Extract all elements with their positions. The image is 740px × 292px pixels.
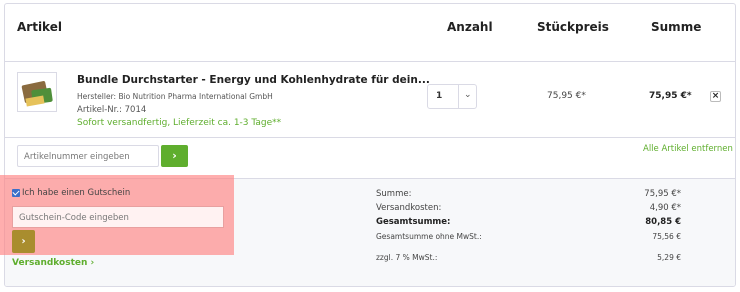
totals-summary: Summe: 75,95 €* Versandkosten: 4,90 €* G… [376,175,681,275]
product-manufacturer: Hersteller: Bio Nutrition Pharma Interna… [77,92,273,101]
unit-price: 75,95 €* [547,91,586,101]
header-anzahl: Anzahl [447,20,493,34]
totals-label: Summe: [376,189,412,199]
cart-item-row: Bundle Durchstarter - Energy und Kohlenh… [5,62,735,138]
article-number-input[interactable]: Artikelnummer eingeben [17,145,159,167]
delivery-status: Sofort versandfertig, Lieferzeit ca. 1-3… [77,118,282,128]
chevron-down-icon: ⌄ [464,90,472,100]
totals-label: Versandkosten: [376,203,442,213]
totals-value: 75,56 € [652,232,681,241]
voucher-checkbox-label[interactable]: Ich habe einen Gutschein [22,188,130,198]
add-article-row: Artikelnummer eingeben › Alle Artikel en… [5,138,735,179]
totals-label: Gesamtsumme ohne MwSt.: [376,232,482,241]
totals-value: 4,90 €* [649,203,681,213]
totals-label: Gesamtsumme: [376,217,451,227]
quantity-value: 1 [436,91,443,101]
header-artikel: Artikel [17,20,62,34]
voucher-section: Ich habe einen Gutschein Gutschein-Code … [0,175,240,275]
remove-item-button[interactable]: × [710,91,721,102]
line-total: 75,95 €* [649,91,692,101]
product-title[interactable]: Bundle Durchstarter - Energy und Kohlenh… [77,74,430,86]
remove-all-link[interactable]: Alle Artikel entfernen [643,144,733,154]
add-article-button[interactable]: › [161,145,188,167]
shipping-costs-link[interactable]: Versandkosten › [12,258,94,268]
product-article-number: Artikel-Nr.: 7014 [77,105,147,115]
totals-value: 75,95 €* [644,189,681,199]
voucher-checkbox[interactable] [12,189,20,197]
voucher-submit-button[interactable]: › [12,230,35,253]
header-stueckpreis: Stückpreis [537,20,609,34]
totals-value: 5,29 € [657,253,681,262]
totals-label: zzgl. 7 % MwSt.: [376,253,438,262]
quantity-select[interactable]: 1 ⌄ [427,84,477,109]
totals-value: 80,85 € [645,217,681,227]
voucher-code-input[interactable]: Gutschein-Code eingeben [12,206,224,228]
header-summe: Summe [651,20,702,34]
cart-header: Artikel Anzahl Stückpreis Summe [5,4,735,62]
product-image[interactable] [17,72,57,112]
